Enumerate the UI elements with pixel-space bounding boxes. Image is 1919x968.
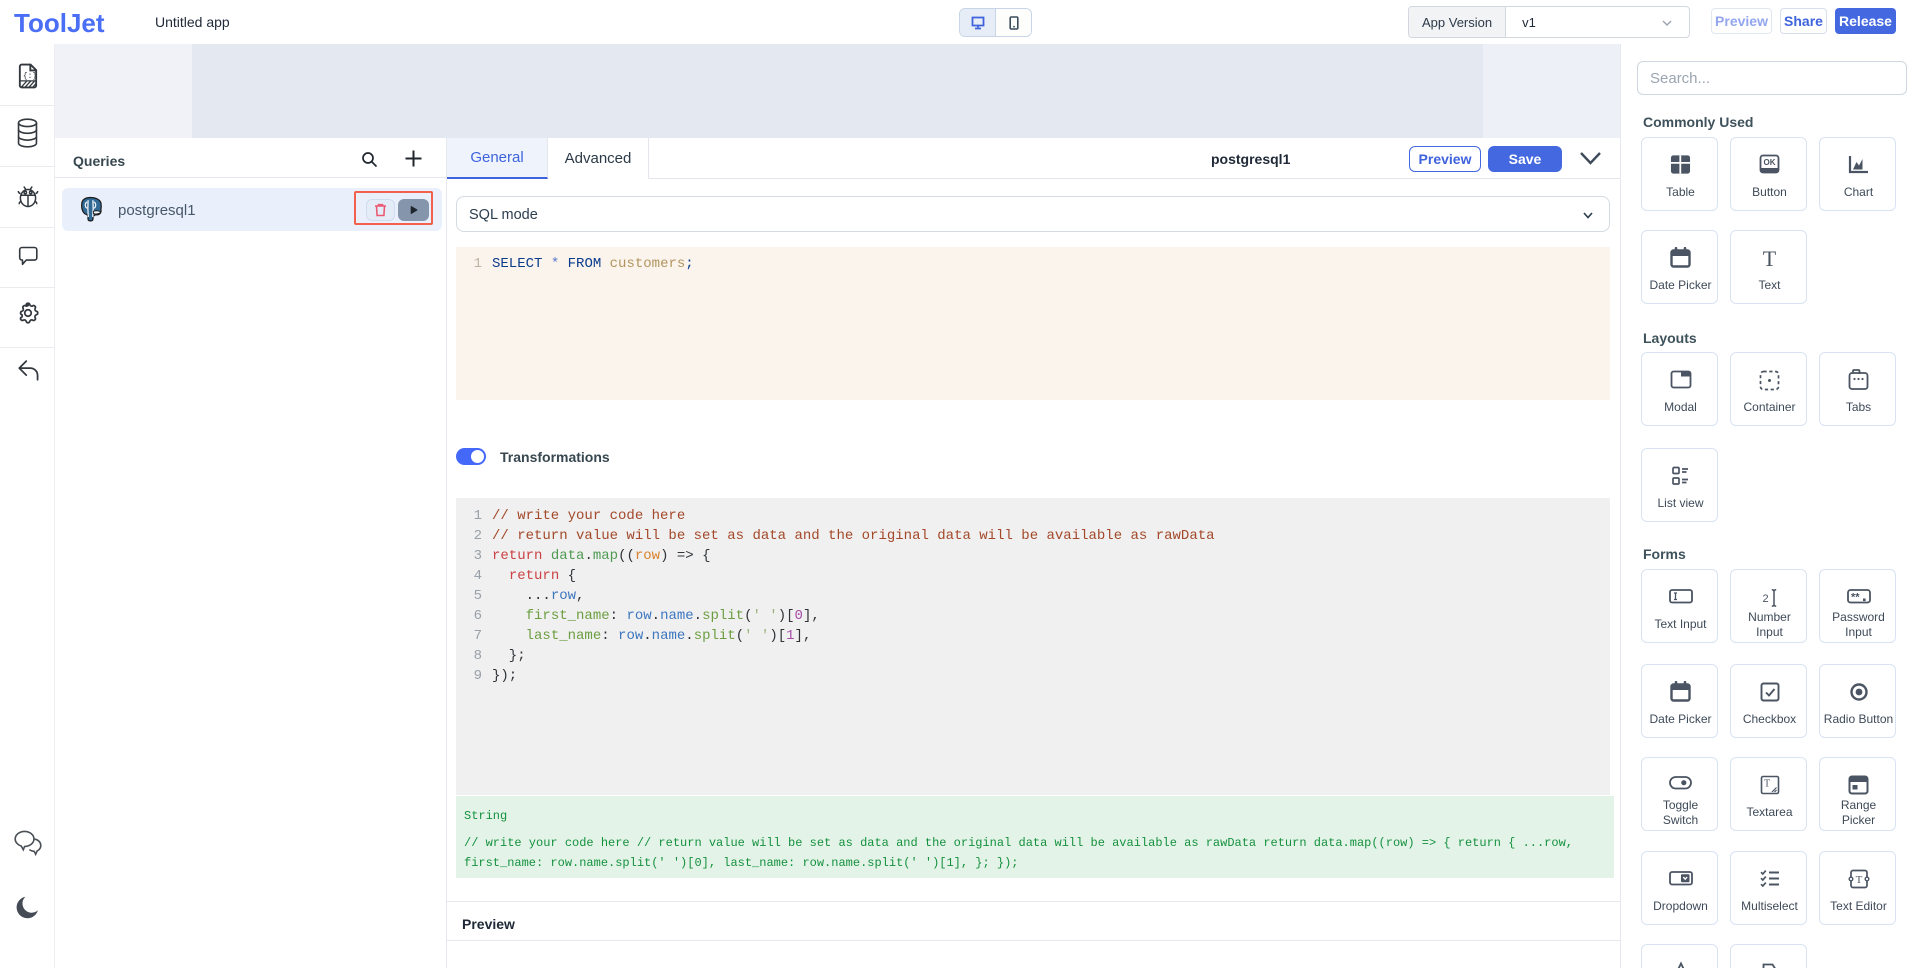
svg-text:{:}: {:} (22, 72, 36, 81)
svg-text:2: 2 (1762, 593, 1768, 605)
svg-text:T: T (1763, 247, 1777, 270)
svg-text:T: T (1764, 779, 1770, 790)
svg-text:T: T (1855, 874, 1862, 886)
svg-text:**: ** (1851, 592, 1860, 604)
svg-text:OK: OK (1764, 158, 1776, 167)
